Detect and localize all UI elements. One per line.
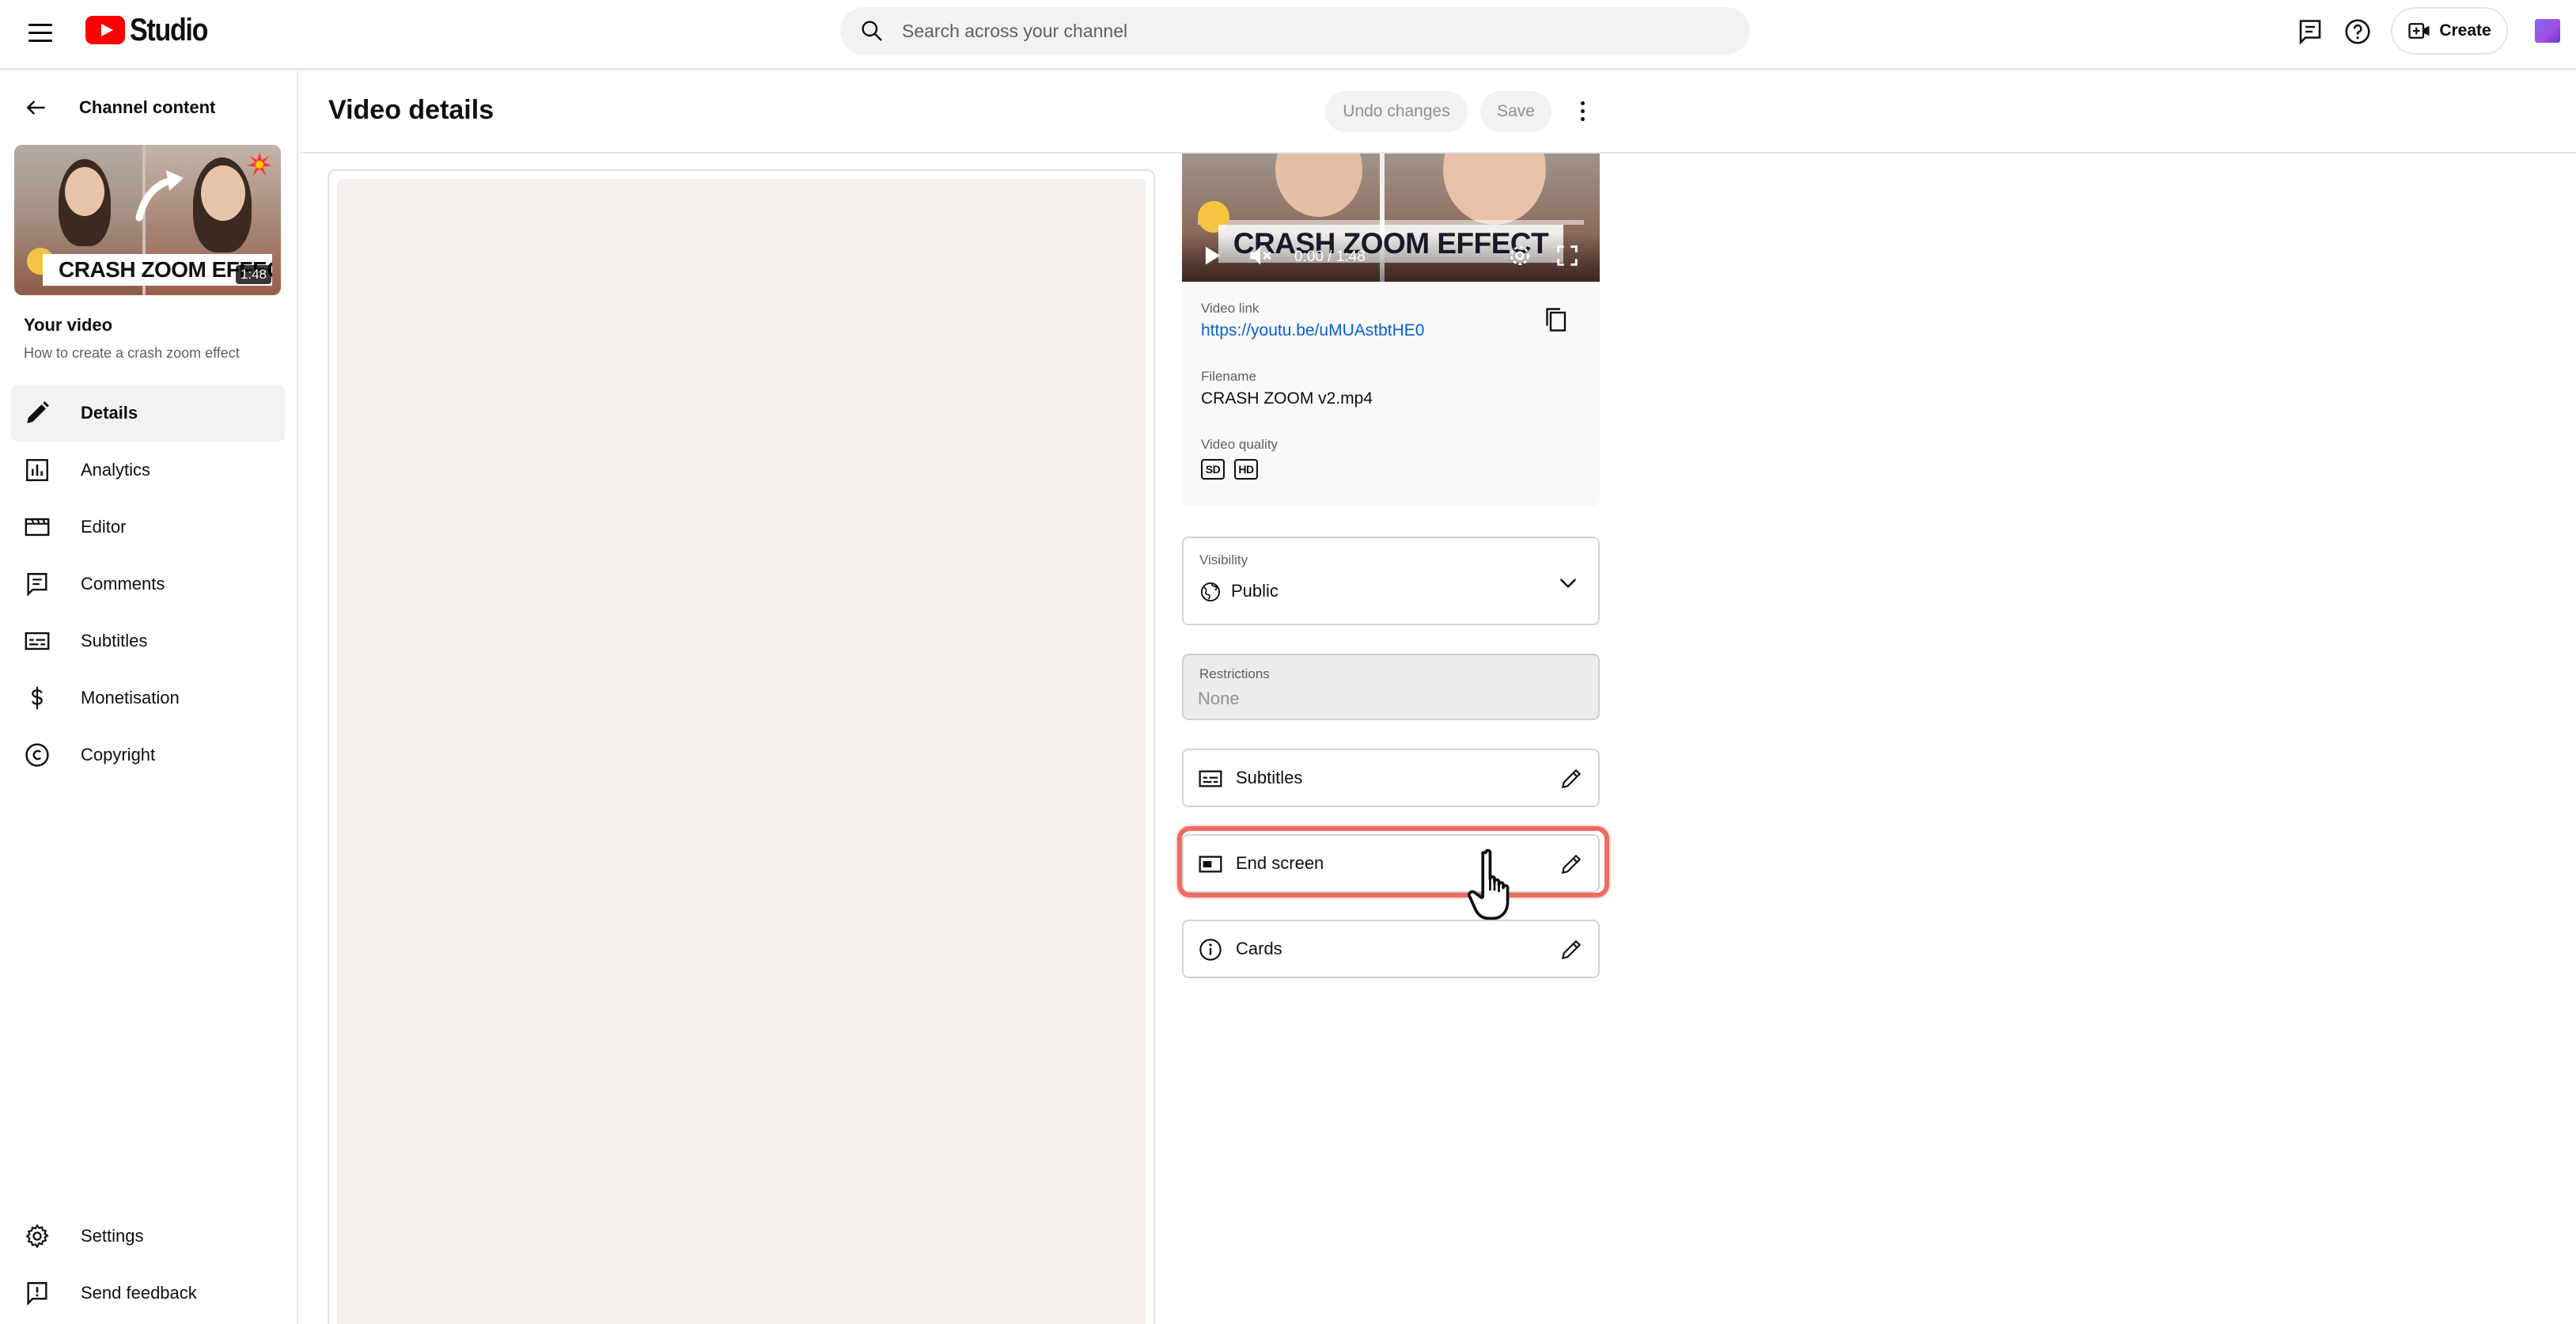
sidebar-item-analytics[interactable]: Analytics (11, 442, 285, 499)
youtube-logo-icon (85, 16, 125, 44)
create-button[interactable]: Create (2391, 7, 2508, 55)
your-video-label: Your video (24, 315, 113, 335)
sidebar-bottom-nav: Settings Send feedback (11, 1208, 285, 1322)
explosion-emoji-icon (247, 152, 272, 176)
channel-avatar[interactable] (2535, 19, 2560, 43)
sidebar-item-editor[interactable]: Editor (11, 499, 285, 556)
search-input[interactable] (902, 20, 1614, 42)
editor-icon (25, 518, 50, 537)
filename-section: Filename CRASH ZOOM v2.mp4 (1201, 369, 1373, 408)
sidebar-item-settings[interactable]: Settings (11, 1208, 285, 1265)
play-icon[interactable] (1198, 242, 1225, 269)
cards-row-label: Cards (1236, 939, 1282, 958)
sidebar-item-details[interactable]: Details (11, 385, 285, 442)
pencil-icon (27, 401, 49, 423)
visibility-label: Visibility (1199, 552, 1248, 567)
filename-value: CRASH ZOOM v2.mp4 (1201, 389, 1373, 408)
player-time: 0:00 / 1:48 (1294, 248, 1366, 265)
visibility-dropdown[interactable]: Visibility Public (1182, 537, 1600, 625)
restrictions-label: Restrictions (1199, 666, 1270, 681)
sidebar-item-label: Settings (81, 1226, 144, 1246)
subtitles-icon (25, 632, 50, 651)
video-quality-section: Video quality SD HD (1201, 437, 1278, 480)
sidebar-item-label: Send feedback (81, 1283, 197, 1303)
subtitles-row-label: Subtitles (1236, 768, 1303, 787)
video-title: How to create a crash zoom effect (24, 345, 240, 361)
copy-icon[interactable] (1541, 305, 1570, 334)
subtitles-icon (1199, 770, 1222, 787)
video-thumbnail[interactable]: CRASH ZOOM EFFECT 1:48 (14, 145, 281, 295)
help-icon[interactable] (2343, 17, 2372, 46)
end-screen-highlight (1177, 826, 1609, 897)
sidebar-item-label: Comments (81, 574, 165, 594)
sidebar: Channel content CRASH ZOOM EFFECT 1:48 Y… (0, 71, 298, 1324)
video-link-label: Video link (1201, 301, 1260, 316)
curved-arrow-icon (135, 170, 184, 222)
chevron-down-icon (1559, 579, 1577, 589)
hd-badge: HD (1234, 459, 1258, 480)
volume-muted-icon[interactable] (1247, 242, 1274, 269)
sidebar-item-label: Copyright (81, 745, 156, 764)
studio-logo[interactable]: Studio (85, 12, 221, 47)
gear-icon (25, 1223, 49, 1249)
search-bar[interactable] (840, 7, 1750, 55)
content-header: Video details Undo changes Save (300, 71, 2576, 154)
video-link-section: Video link https://youtu.be/uMUAstbtHE0 (1201, 301, 1424, 340)
hand-cursor-icon (1468, 848, 1510, 920)
restrictions-field: Restrictions None (1182, 654, 1600, 720)
video-player[interactable]: CRASH ZOOM EFFECT 0:00 / 1:48 (1182, 154, 1600, 282)
sd-badge: SD (1201, 459, 1225, 480)
video-preview-card: CRASH ZOOM EFFECT 0:00 / 1:48 Video link… (1182, 154, 1600, 506)
video-quality-label: Video quality (1201, 437, 1279, 452)
thumbnail-duration: 1:48 (235, 265, 271, 284)
sidebar-item-label: Analytics (81, 460, 151, 480)
sidebar-item-label: Details (81, 403, 138, 423)
dollar-icon (31, 686, 43, 710)
visibility-value: Public (1231, 581, 1279, 601)
back-to-channel-content[interactable]: Channel content (24, 92, 215, 123)
arrow-back-icon (26, 101, 45, 115)
back-label: Channel content (79, 97, 216, 117)
details-form-panel (328, 169, 1155, 1324)
create-video-icon (2408, 23, 2430, 39)
sidebar-item-label: Monetisation (81, 688, 180, 708)
subtitles-row[interactable]: Subtitles (1182, 749, 1600, 807)
sidebar-item-copyright[interactable]: Copyright (11, 726, 285, 783)
menu-icon[interactable] (25, 17, 57, 49)
details-form-placeholder (337, 179, 1146, 1324)
restrictions-value: None (1198, 689, 1240, 708)
filename-label: Filename (1201, 369, 1256, 384)
sidebar-item-send-feedback[interactable]: Send feedback (11, 1265, 285, 1322)
info-icon (1199, 939, 1222, 961)
sidebar-item-label: Editor (81, 517, 127, 537)
feedback-icon (27, 1282, 47, 1306)
fullscreen-icon[interactable] (1554, 242, 1581, 269)
edit-subtitles-pencil-icon[interactable] (1559, 766, 1584, 791)
top-bar: Studio Create (0, 0, 2576, 70)
sidebar-item-comments[interactable]: Comments (11, 556, 285, 613)
copyright-icon (25, 743, 49, 767)
sidebar-nav: Details Analytics Editor Comments Subtit… (11, 385, 285, 783)
search-icon (862, 21, 882, 41)
edit-cards-pencil-icon[interactable] (1559, 937, 1584, 962)
cards-row[interactable]: Cards (1182, 920, 1600, 978)
comments-icon (27, 573, 47, 597)
save-button[interactable]: Save (1480, 91, 1551, 132)
analytics-icon (26, 459, 48, 481)
logo-text: Studio (130, 12, 208, 47)
globe-icon (1200, 582, 1221, 602)
sidebar-item-monetisation[interactable]: Monetisation (11, 670, 285, 726)
page-title: Video details (328, 95, 494, 125)
messages-icon[interactable] (2296, 17, 2324, 46)
undo-changes-button[interactable]: Undo changes (1325, 91, 1468, 132)
more-options-icon[interactable] (1569, 98, 1596, 125)
player-settings-icon[interactable] (1506, 242, 1533, 269)
sidebar-item-label: Subtitles (81, 631, 148, 651)
create-label: Create (2439, 21, 2491, 40)
video-link[interactable]: https://youtu.be/uMUAstbtHE0 (1201, 321, 1424, 340)
sidebar-item-subtitles[interactable]: Subtitles (11, 613, 285, 670)
